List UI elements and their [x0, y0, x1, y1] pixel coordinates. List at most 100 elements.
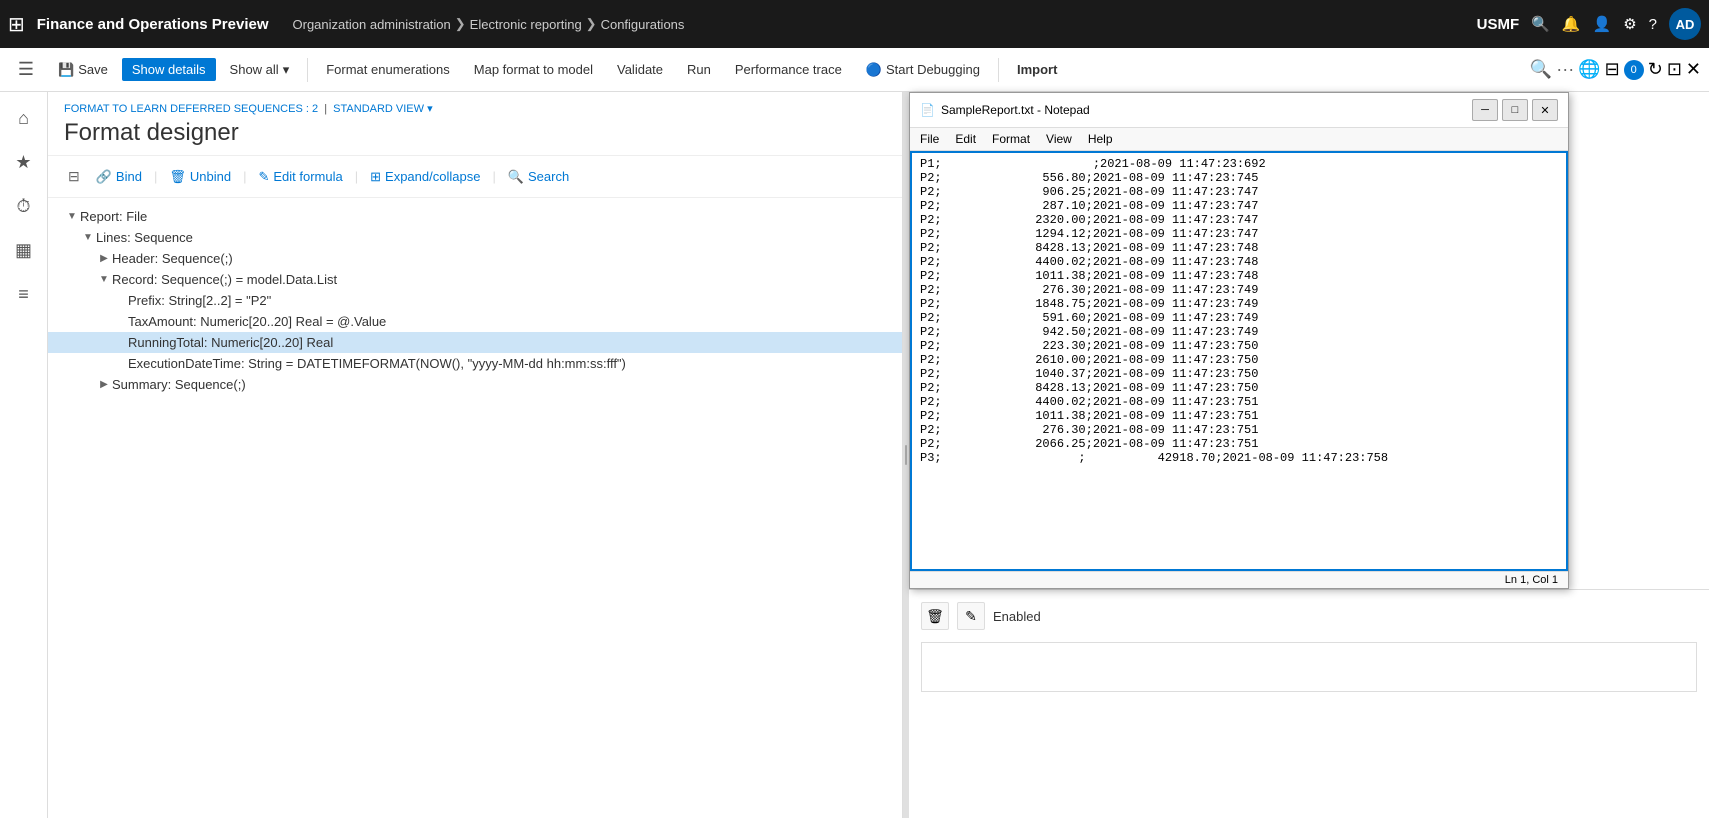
import-button[interactable]: Import — [1007, 58, 1067, 81]
notepad-menu-view[interactable]: View — [1046, 132, 1072, 146]
tree-node-taxamount[interactable]: TaxAmount: Numeric[20..20] Real = @.Valu… — [48, 311, 902, 332]
notepad-file-icon: 📄 — [920, 103, 935, 117]
breadcrumb-configurations[interactable]: Configurations — [601, 17, 685, 32]
notepad-close[interactable]: ✕ — [1532, 99, 1558, 121]
show-details-button[interactable]: Show details — [122, 58, 216, 81]
delete-icon-button[interactable]: 🗑 — [921, 602, 949, 630]
notepad-titlebar: 📄 SampleReport.txt - Notepad ─ □ ✕ — [910, 93, 1568, 128]
expand-runningtotal-icon — [112, 337, 128, 348]
filter-icon[interactable]: ⊟ — [64, 164, 84, 189]
avatar[interactable]: AD — [1669, 8, 1701, 40]
right-section: 📄 SampleReport.txt - Notepad ─ □ ✕ File … — [909, 92, 1709, 818]
notepad-content[interactable]: P1; ;2021-08-09 11:47:23:692 P2; 556.80;… — [910, 151, 1568, 571]
search-icon[interactable]: 🔍 — [1531, 15, 1550, 33]
performance-trace-button[interactable]: Performance trace — [725, 58, 852, 81]
expand-collapse-button[interactable]: ⊞ Expand/collapse — [370, 169, 480, 185]
bell-icon[interactable]: 🔔 — [1562, 15, 1581, 33]
top-bar-right: USMF 🔍 🔔 👤 ⚙ ? AD — [1477, 8, 1701, 40]
breadcrumb-reporting[interactable]: Electronic reporting — [470, 17, 582, 32]
refresh-icon[interactable]: ↻ — [1648, 59, 1663, 80]
format-breadcrumb: FORMAT TO LEARN DEFERRED SEQUENCES : 2 |… — [64, 102, 886, 115]
notepad-maximize[interactable]: □ — [1502, 99, 1528, 121]
expand-icon: ⊞ — [370, 169, 381, 185]
bind-button[interactable]: 🔗 Bind — [96, 169, 142, 185]
tree-node-summary-label: Summary: Sequence(;) — [112, 377, 246, 392]
notepad-menu-file[interactable]: File — [920, 132, 939, 146]
expand-summary-icon[interactable]: ▶ — [96, 379, 112, 390]
bind-icon: 🔗 — [96, 169, 112, 185]
unbind-icon: 🗑 — [169, 169, 186, 185]
sidebar-list[interactable]: ≡ — [6, 276, 42, 312]
tree-node-header[interactable]: ▶ Header: Sequence(;) — [48, 248, 902, 269]
tree-node-report-label: Report: File — [80, 209, 147, 224]
notification-badge: 0 — [1624, 60, 1644, 80]
start-debugging-button[interactable]: 🔵 Start Debugging — [856, 58, 990, 82]
tree-node-executiondatetime-label: ExecutionDateTime: String = DATETIMEFORM… — [128, 356, 626, 371]
tree-node-record[interactable]: ▼ Record: Sequence(;) = model.Data.List — [48, 269, 902, 290]
expand-executiondatetime-icon — [112, 358, 128, 369]
sidebar-home[interactable]: ⌂ — [6, 100, 42, 136]
run-button[interactable]: Run — [677, 58, 721, 81]
sidebar-star[interactable]: ★ — [6, 144, 42, 180]
notepad-controls: ─ □ ✕ — [1472, 99, 1558, 121]
left-sidebar: ⌂ ★ ⏱ ▦ ≡ — [0, 92, 48, 818]
edit-icon: ✎ — [258, 169, 269, 185]
tree-node-header-label: Header: Sequence(;) — [112, 251, 233, 266]
save-button[interactable]: 💾 Save — [48, 58, 118, 82]
notepad-statusbar: Ln 1, Col 1 — [910, 571, 1568, 588]
formula-input[interactable] — [921, 642, 1697, 692]
standard-view-btn[interactable]: Standard view ▾ — [333, 103, 432, 115]
breadcrumb-org[interactable]: Organization administration — [293, 17, 451, 32]
expand-report-icon[interactable]: ▼ — [64, 211, 80, 222]
validate-button[interactable]: Validate — [607, 58, 673, 81]
tree-node-prefix[interactable]: Prefix: String[2..2] = "P2" — [48, 290, 902, 311]
expand-prefix-icon — [112, 295, 128, 306]
grid-icon[interactable]: ⊞ — [8, 12, 25, 37]
person-icon[interactable]: 👤 — [1593, 15, 1612, 33]
search-toolbar-icon[interactable]: 🔍 — [1530, 59, 1552, 80]
main-content: FORMAT TO LEARN DEFERRED SEQUENCES : 2 |… — [48, 92, 1709, 818]
notepad-title-text: SampleReport.txt - Notepad — [941, 103, 1090, 117]
close-icon[interactable]: ✕ — [1686, 59, 1701, 80]
notepad-menu-edit[interactable]: Edit — [955, 132, 976, 146]
chevron-down-icon: ▾ — [283, 62, 290, 78]
tree-node-summary[interactable]: ▶ Summary: Sequence(;) — [48, 374, 902, 395]
notepad-minimize[interactable]: ─ — [1472, 99, 1498, 121]
expand-taxamount-icon — [112, 316, 128, 327]
globe-icon[interactable]: 🌐 — [1578, 59, 1600, 80]
map-format-button[interactable]: Map format to model — [464, 58, 603, 81]
expand-lines-icon[interactable]: ▼ — [80, 232, 96, 243]
usmf-label: USMF — [1477, 16, 1520, 33]
expand-record-icon[interactable]: ▼ — [96, 274, 112, 285]
search-button[interactable]: 🔍 Search — [508, 169, 569, 185]
expand-header-icon[interactable]: ▶ — [96, 253, 112, 264]
search-icon-tree: 🔍 — [508, 169, 524, 185]
enabled-section: 🗑 ✎ Enabled — [921, 602, 1697, 630]
sidebar-clock[interactable]: ⏱ — [6, 188, 42, 224]
tree-node-runningtotal-label: RunningTotal: Numeric[20..20] Real — [128, 335, 333, 350]
app-title: Finance and Operations Preview — [37, 16, 269, 33]
sidebar-calendar[interactable]: ▦ — [6, 232, 42, 268]
top-bar: ⊞ Finance and Operations Preview Organiz… — [0, 0, 1709, 48]
tree-node-report[interactable]: ▼ Report: File — [48, 206, 902, 227]
toolbar-divider-1 — [307, 58, 308, 82]
edit-formula-button[interactable]: ✎ Edit formula — [258, 169, 342, 185]
tree-node-runningtotal[interactable]: RunningTotal: Numeric[20..20] Real — [48, 332, 902, 353]
tree-node-executiondatetime[interactable]: ExecutionDateTime: String = DATETIMEFORM… — [48, 353, 902, 374]
help-icon[interactable]: ? — [1649, 16, 1657, 33]
show-all-button[interactable]: Show all ▾ — [220, 58, 300, 82]
format-enumerations-button[interactable]: Format enumerations — [316, 58, 460, 81]
tree-node-lines[interactable]: ▼ Lines: Sequence — [48, 227, 902, 248]
popout-icon[interactable]: ⊡ — [1667, 59, 1682, 80]
breadcrumb: Organization administration ❯ Electronic… — [293, 16, 1469, 32]
notepad-menu-format[interactable]: Format — [992, 132, 1030, 146]
columns-icon[interactable]: ⊟ — [1605, 59, 1620, 80]
unbind-button[interactable]: 🗑 Unbind — [169, 169, 231, 185]
hamburger-icon[interactable]: ☰ — [8, 52, 44, 88]
gear-icon[interactable]: ⚙ — [1623, 15, 1636, 33]
more-icon[interactable]: ··· — [1556, 59, 1574, 80]
main-toolbar: ☰ 💾 Save Show details Show all ▾ Format … — [0, 48, 1709, 92]
tree-node-prefix-label: Prefix: String[2..2] = "P2" — [128, 293, 271, 308]
edit-icon-button[interactable]: ✎ — [957, 602, 985, 630]
notepad-menu-help[interactable]: Help — [1088, 132, 1113, 146]
